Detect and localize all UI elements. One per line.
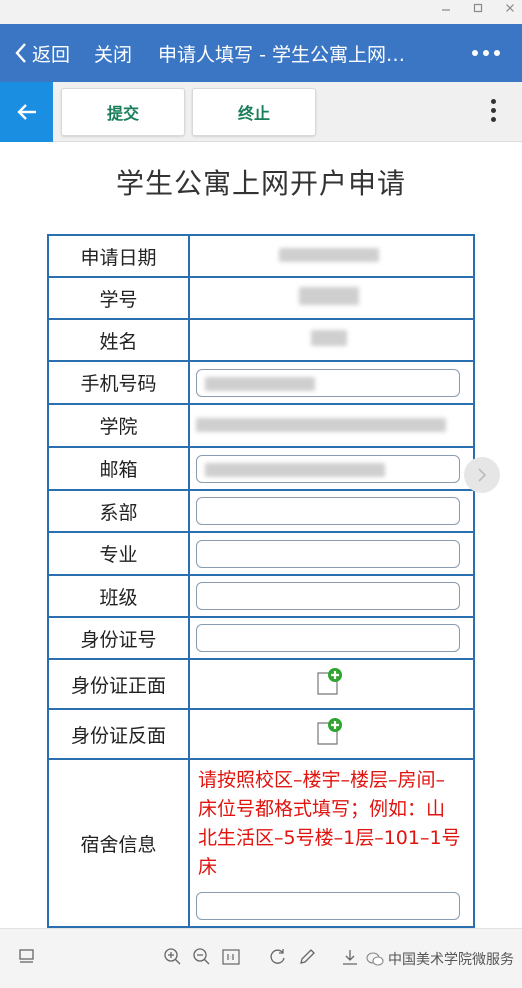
name-value <box>188 318 475 362</box>
field-label: 邮箱 <box>46 446 191 491</box>
wechat-icon <box>366 952 384 966</box>
form-title: 学生公寓上网开户申请 <box>115 167 406 200</box>
form-row-id-back: 身份证反面 <box>46 708 475 760</box>
watermark-text: 中国美术学院微服务 <box>388 952 514 968</box>
form-row-id-number: 身份证号 <box>46 616 475 660</box>
zoom-out-icon[interactable] <box>192 947 212 971</box>
next-page-button[interactable] <box>464 457 500 493</box>
form-row-college: 学院 <box>46 403 475 448</box>
arrow-left-icon <box>16 103 36 120</box>
form-row-dorm: 宿舍信息 请按照校区–楼宇–楼层–房间–床位号都格式填写；例如：山北生活区–5号… <box>46 758 475 928</box>
download-icon[interactable] <box>340 947 360 971</box>
field-label: 身份证正面 <box>46 658 191 710</box>
zoom-in-icon[interactable] <box>163 947 183 971</box>
form-row-phone: 手机号码 <box>46 360 475 405</box>
phone-input[interactable] <box>196 368 461 397</box>
edit-pencil-icon[interactable] <box>297 947 317 971</box>
college-value <box>188 403 475 448</box>
student-id-value <box>188 276 475 320</box>
back-label: 返回 <box>32 43 71 66</box>
window-titlebar <box>0 0 522 24</box>
close-icon[interactable] <box>504 2 516 17</box>
id-number-input[interactable] <box>196 624 461 652</box>
submit-button[interactable]: 提交 <box>61 87 185 136</box>
form-row-id-front: 身份证正面 <box>46 658 475 710</box>
form-row-date: 申请日期 <box>46 234 475 278</box>
upload-file-icon[interactable] <box>314 717 344 752</box>
field-label: 姓名 <box>46 318 191 362</box>
chevron-left-icon <box>15 43 26 63</box>
chevron-right-icon <box>478 468 487 482</box>
minimize-icon[interactable] <box>440 2 452 17</box>
form-row-major: 专业 <box>46 531 475 576</box>
field-label: 身份证号 <box>46 616 191 660</box>
top-nav-bar: 返回 关闭 申请人填写 - 学生公寓上网… <box>0 24 522 82</box>
class-input[interactable] <box>196 582 461 610</box>
watermark: 中国美术学院微服务 <box>366 949 514 969</box>
field-label: 学号 <box>46 276 191 320</box>
form-row-email: 邮箱 <box>46 446 475 491</box>
field-label: 身份证反面 <box>46 708 191 760</box>
maximize-icon[interactable] <box>472 2 484 17</box>
bottom-toolbar: 中国美术学院微服务 <box>0 928 522 988</box>
more-options-icon[interactable] <box>472 50 500 56</box>
field-label: 系部 <box>46 489 191 533</box>
rotate-icon[interactable] <box>268 947 288 971</box>
field-label: 学院 <box>46 403 191 448</box>
major-input[interactable] <box>196 539 461 568</box>
field-label: 专业 <box>46 531 191 576</box>
thumbnail-view-icon[interactable] <box>18 947 36 969</box>
form-toolbar: 提交 终止 <box>0 81 522 142</box>
upload-file-icon[interactable] <box>314 667 344 702</box>
department-input[interactable] <box>196 497 461 525</box>
form-content: 学生公寓上网开户申请 申请日期 学号 姓名 手机号码 学院 邮箱 系部 专业 班… <box>0 142 522 928</box>
terminate-button[interactable]: 终止 <box>192 87 316 136</box>
field-label: 班级 <box>46 574 191 618</box>
dorm-input[interactable] <box>196 892 461 920</box>
form-row-student-id: 学号 <box>46 276 475 320</box>
close-button[interactable]: 关闭 <box>94 40 132 67</box>
toolbar-more-icon[interactable] <box>491 99 496 122</box>
actual-size-icon[interactable] <box>221 947 241 971</box>
field-label: 申请日期 <box>46 234 191 278</box>
toolbar-back-button[interactable] <box>0 81 53 142</box>
application-form-table: 申请日期 学号 姓名 手机号码 学院 邮箱 系部 专业 班级 身份证号 身份证正… <box>46 234 475 928</box>
field-label: 宿舍信息 <box>46 758 191 928</box>
email-input[interactable] <box>196 454 461 483</box>
back-button[interactable]: 返回 <box>14 40 70 67</box>
page-title: 申请人填写 - 学生公寓上网… <box>158 43 405 66</box>
dorm-instruction-text: 请按照校区–楼宇–楼层–房间–床位号都格式填写；例如：山北生活区–5号楼–1层–… <box>198 769 461 878</box>
field-label: 手机号码 <box>46 360 191 405</box>
form-row-department: 系部 <box>46 489 475 533</box>
form-row-class: 班级 <box>46 574 475 618</box>
apply-date-value <box>188 234 475 278</box>
form-row-name: 姓名 <box>46 318 475 362</box>
